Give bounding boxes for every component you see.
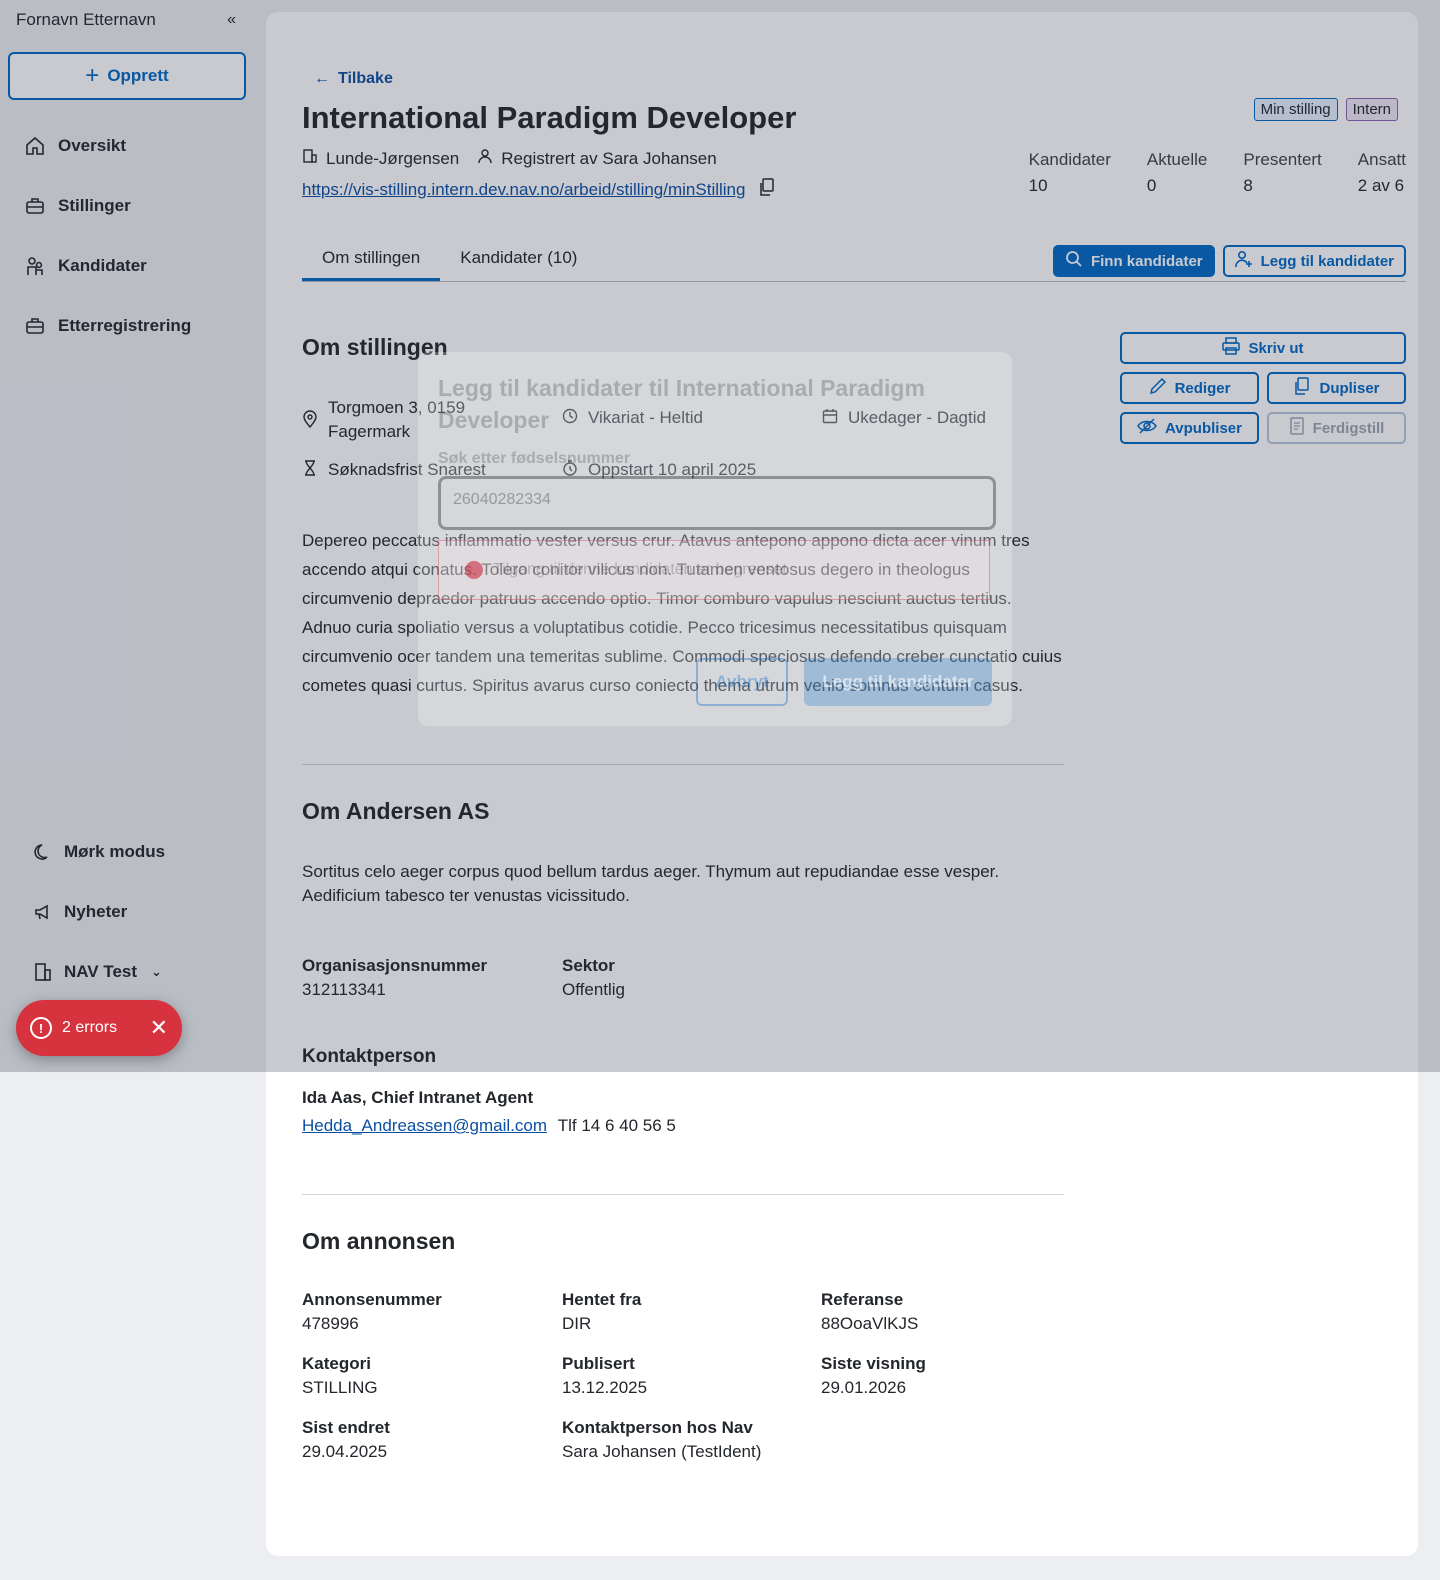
close-icon[interactable]: ✕	[150, 1015, 168, 1041]
ad-field-value: STILLING	[302, 1378, 378, 1397]
contact-email-link[interactable]: Hedda_Andreassen@gmail.com	[302, 1116, 547, 1135]
section-ad: Om annonsen	[302, 1228, 456, 1254]
ad-field-label: Siste visning	[821, 1354, 926, 1373]
modal-actions: Avbryt Legg til kandidater	[696, 658, 992, 706]
contact-person: Ida Aas, Chief Intranet Agent Hedda_Andr…	[302, 1088, 676, 1136]
add-candidates-modal: Legg til kandidater til International Pa…	[418, 352, 1012, 726]
ad-field-value: 29.04.2025	[302, 1442, 388, 1461]
ad-field: Referanse 88OoaVlKJS	[821, 1290, 918, 1334]
ad-field-label: Sist endret	[302, 1418, 390, 1437]
ad-field-value: DIR	[562, 1314, 592, 1333]
ad-field: Siste visning 29.01.2026	[821, 1354, 926, 1398]
error-icon: !	[30, 1017, 52, 1039]
ad-field-label: Hentet fra	[562, 1290, 642, 1309]
contact-name: Ida Aas, Chief Intranet Agent	[302, 1088, 534, 1107]
ad-field: Hentet fra DIR	[562, 1290, 641, 1334]
ad-field: Annonsenummer 478996	[302, 1290, 442, 1334]
ad-field-value: Sara Johansen (TestIdent)	[562, 1442, 762, 1461]
fnr-label: Søk etter fødselsnummer	[438, 450, 631, 467]
toast-text: 2 errors	[62, 1019, 118, 1036]
submit-button[interactable]: Legg til kandidater	[804, 658, 992, 706]
ad-field: Kontaktperson hos Nav Sara Johansen (Test…	[562, 1418, 761, 1462]
ad-field-label: Publisert	[562, 1354, 635, 1373]
ad-field-label: Referanse	[821, 1290, 904, 1309]
error-alert: Tilgang til denne kandidaten er begrense…	[438, 540, 990, 600]
divider	[302, 1194, 1064, 1195]
error-icon	[465, 561, 483, 579]
fnr-input[interactable]: 26040282334	[438, 476, 996, 530]
ad-field: Sist endret 29.04.2025	[302, 1418, 390, 1462]
ad-field: Kategori STILLING	[302, 1354, 378, 1398]
modal-title: Legg til kandidater til International Pa…	[438, 375, 925, 433]
alert-text: Tilgang til denne kandidaten er begrense…	[493, 561, 787, 578]
ad-field-value: 29.01.2026	[821, 1378, 907, 1397]
ad-field-label: Annonsenummer	[302, 1290, 442, 1309]
contact-phone: Tlf 14 6 40 56 5	[557, 1116, 676, 1135]
error-toast[interactable]: ! 2 errors ✕	[16, 1000, 182, 1056]
cancel-button[interactable]: Avbryt	[696, 658, 788, 706]
ad-field-label: Kategori	[302, 1354, 371, 1373]
ad-field-value: 88OoaVlKJS	[821, 1314, 919, 1333]
ad-field-value: 478996	[302, 1314, 359, 1333]
ad-field: Publisert 13.12.2025	[562, 1354, 647, 1398]
ad-field-value: 13.12.2025	[562, 1378, 648, 1397]
ad-field-label: Kontaktperson hos Nav	[562, 1418, 753, 1437]
